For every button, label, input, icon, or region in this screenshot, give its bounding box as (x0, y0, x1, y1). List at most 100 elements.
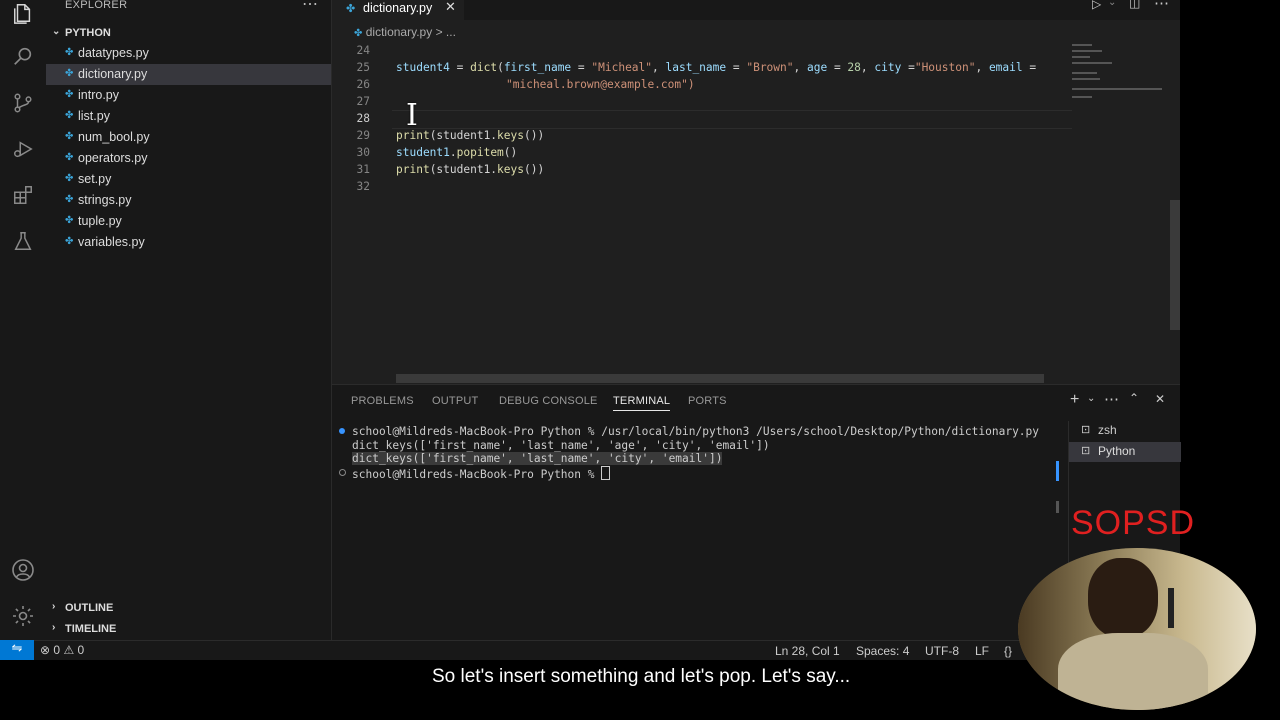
video-subtitle: So let's insert something and let's pop.… (432, 666, 851, 687)
terminal-item-zsh[interactable]: ⊡ zsh (1069, 421, 1181, 441)
file-label: dictionary.py (78, 67, 148, 81)
end-of-line[interactable]: LF (975, 644, 989, 658)
maximize-panel-icon[interactable]: ⌃ (1129, 391, 1139, 405)
chevron-down-icon[interactable]: ⌄ (1087, 393, 1095, 404)
file-item-variables-py[interactable]: ✤ variables.py (46, 232, 331, 253)
code-line-26[interactable]: "micheal.brown@example.com") (506, 78, 695, 91)
search-icon[interactable] (10, 43, 36, 69)
more-actions-icon[interactable]: ⋯ (302, 0, 318, 14)
testing-icon[interactable] (10, 228, 36, 254)
terminal-scrollbar[interactable] (1056, 501, 1059, 513)
command-success-dot (339, 428, 345, 434)
new-terminal-icon[interactable]: + (1070, 391, 1079, 409)
file-label: list.py (78, 109, 110, 123)
line-number: 31 (356, 163, 370, 176)
horizontal-scrollbar[interactable] (396, 374, 1044, 383)
brand-watermark: SOPSD (1071, 504, 1196, 542)
python-file-icon: ✤ (65, 173, 74, 184)
file-item-list-py[interactable]: ✤ list.py (46, 106, 331, 127)
file-item-datatypes-py[interactable]: ✤ datatypes.py (46, 43, 331, 64)
tab-problems[interactable]: PROBLEMS (351, 395, 414, 407)
editor-area: ✤ dictionary.py ✕ ▷ ⌄ ◫ ⋯ ✤ dictionary.p… (332, 0, 1180, 384)
terminal-icon: ⊡ (1081, 424, 1091, 436)
cursor-position[interactable]: Ln 28, Col 1 (775, 644, 840, 658)
tab-dictionary-py[interactable]: ✤ dictionary.py ✕ (332, 0, 464, 21)
file-item-num-bool-py[interactable]: ✤ num_bool.py (46, 127, 331, 148)
chevron-down-icon[interactable]: ⌄ (1108, 0, 1116, 8)
remote-indicator-icon[interactable]: ⇋ (0, 640, 34, 660)
python-file-icon: ✤ (65, 215, 74, 226)
explorer-sidebar: EXPLORER ⋯ ⌄ PYTHON ✤ datatypes.py ✤ dictio… (46, 0, 332, 640)
language-braces-icon[interactable]: {} (1004, 644, 1012, 658)
file-item-strings-py[interactable]: ✤ strings.py (46, 190, 331, 211)
terminal-item-python[interactable]: ⊡ Python (1069, 442, 1181, 462)
file-item-dictionary-py[interactable]: ✤ dictionary.py (46, 64, 331, 85)
source-control-icon[interactable] (10, 90, 36, 116)
terminal-scroll-indicator (1056, 461, 1059, 481)
current-line-highlight (392, 110, 1072, 129)
person-head (1088, 558, 1158, 638)
tab-output[interactable]: OUTPUT (432, 395, 478, 407)
folder-python[interactable]: ⌄ PYTHON (46, 24, 331, 42)
vertical-scrollbar[interactable] (1170, 200, 1180, 330)
person-body (1058, 633, 1208, 710)
code-line-30[interactable]: student1.popitem() (396, 146, 517, 159)
more-actions-icon[interactable]: ⋯ (1154, 0, 1169, 12)
explorer-icon[interactable] (10, 0, 36, 26)
tab-debug-console[interactable]: DEBUG CONSOLE (499, 395, 598, 407)
warning-icon: ⚠ (63, 643, 75, 657)
webcam-overlay (1018, 548, 1256, 710)
python-file-icon: ✤ (65, 236, 74, 247)
command-dot (339, 469, 346, 476)
python-file-icon: ✤ (65, 110, 74, 121)
extensions-icon[interactable] (10, 182, 36, 208)
code-line-29[interactable]: print(student1.keys()) (396, 129, 544, 142)
python-file-icon: ✤ (354, 28, 363, 39)
breadcrumb-file[interactable]: dictionary.py (366, 25, 432, 39)
run-icon[interactable]: ▷ (1092, 0, 1101, 11)
more-actions-icon[interactable]: ⋯ (1104, 390, 1119, 408)
chevron-right-icon: › (52, 622, 56, 633)
python-file-icon: ✤ (65, 47, 74, 58)
problems-status[interactable]: ⊗ 0 ⚠ 0 (40, 643, 84, 657)
account-icon[interactable] (10, 557, 36, 583)
line-number: 30 (356, 146, 370, 159)
text-cursor-icon: I (406, 98, 418, 133)
file-label: set.py (78, 172, 112, 186)
file-label: tuple.py (78, 214, 122, 228)
line-number: 29 (356, 129, 370, 142)
code-line-31[interactable]: print(student1.keys()) (396, 163, 544, 176)
timeline-section[interactable]: › TIMELINE (46, 619, 331, 639)
python-file-icon: ✤ (65, 131, 74, 142)
status-bar: ⇋ ⊗ 0 ⚠ 0 Ln 28, Col 1 Spaces: 4 UTF-8 L… (0, 640, 1180, 660)
outline-section[interactable]: › OUTLINE (46, 598, 331, 618)
split-editor-icon[interactable]: ◫ (1129, 0, 1140, 10)
python-file-icon: ✤ (346, 3, 356, 15)
terminal-line: dict_keys(['first_name', 'last_name', 'a… (352, 439, 770, 452)
file-label: strings.py (78, 193, 132, 207)
encoding[interactable]: UTF-8 (925, 644, 959, 658)
file-label: datatypes.py (78, 46, 149, 60)
indentation[interactable]: Spaces: 4 (856, 644, 909, 658)
close-panel-icon[interactable]: ✕ (1155, 392, 1165, 406)
tab-terminal[interactable]: TERMINAL (613, 395, 671, 411)
file-item-intro-py[interactable]: ✤ intro.py (46, 85, 331, 106)
file-item-tuple-py[interactable]: ✤ tuple.py (46, 211, 331, 232)
terminal-line-selected: dict_keys(['first_name', 'last_name', 'c… (352, 452, 723, 465)
close-icon[interactable]: ✕ (445, 0, 456, 15)
settings-gear-icon[interactable] (10, 603, 36, 629)
run-debug-icon[interactable] (10, 136, 36, 162)
tab-ports[interactable]: PORTS (688, 395, 727, 407)
file-item-set-py[interactable]: ✤ set.py (46, 169, 331, 190)
file-label: operators.py (78, 151, 148, 165)
chevron-down-icon: ⌄ (52, 26, 61, 37)
code-line-25[interactable]: student4 = dict(first_name = "Micheal", … (396, 61, 1036, 74)
file-item-operators-py[interactable]: ✤ operators.py (46, 148, 331, 169)
line-number: 24 (356, 44, 370, 57)
python-file-icon: ✤ (65, 68, 74, 79)
minimap[interactable] (1072, 42, 1172, 112)
timeline-label: TIMELINE (65, 623, 117, 635)
breadcrumb-more[interactable]: > ... (436, 25, 456, 39)
chevron-right-icon: › (52, 601, 56, 612)
terminal-prompt[interactable]: school@Mildreds-MacBook-Pro Python % (352, 466, 611, 481)
